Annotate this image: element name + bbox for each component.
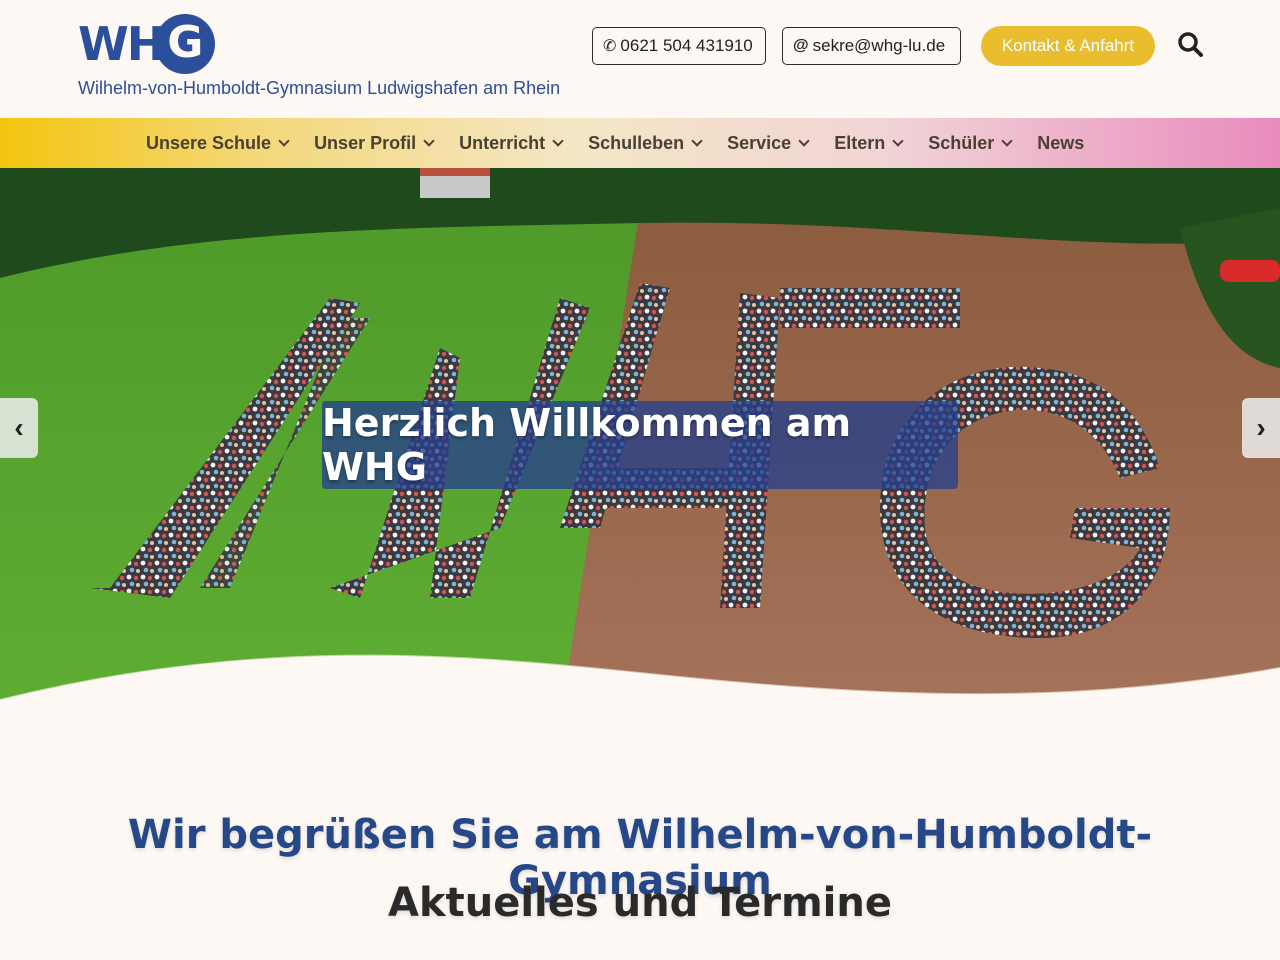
news-heading: Aktuelles und Termine xyxy=(0,880,1280,926)
nav-item-schulleben[interactable]: Schulleben xyxy=(588,132,703,154)
nav-item-service[interactable]: Service xyxy=(727,132,810,154)
phone-icon: ✆ xyxy=(603,38,617,55)
email-link[interactable]: @ sekre@whg-lu.de xyxy=(782,27,961,65)
email-address: sekre@whg-lu.de xyxy=(812,36,946,55)
news-heading-aktuelles: Aktuelles xyxy=(388,880,599,926)
school-name[interactable]: Wilhelm-von-Humboldt-Gymnasium Ludwigsha… xyxy=(78,78,560,99)
nav-item-label: Schüler xyxy=(928,132,995,153)
chevron-down-icon xyxy=(1001,135,1013,147)
chevron-left-icon: ‹ xyxy=(14,412,24,443)
nav-item-schueler[interactable]: Schüler xyxy=(928,132,1013,154)
hero-slider: Herzlich Willkommen am WHG ‹ › xyxy=(0,168,1280,720)
nav-item-label: Unser Profil xyxy=(314,132,417,153)
chevron-down-icon xyxy=(798,135,810,147)
chevron-down-icon xyxy=(691,135,703,147)
slider-prev-button[interactable]: ‹ xyxy=(0,398,38,458)
nav-item-news[interactable]: News xyxy=(1037,133,1084,154)
site-logo[interactable]: WH G xyxy=(78,14,216,74)
logo-wordmark: WH xyxy=(78,17,165,71)
nav-item-unsere-schule[interactable]: Unsere Schule xyxy=(146,132,290,154)
nav-item-unser-profil[interactable]: Unser Profil xyxy=(314,132,435,154)
chevron-right-icon: › xyxy=(1256,412,1266,443)
nav-item-unterricht[interactable]: Unterricht xyxy=(459,132,564,154)
nav-item-eltern[interactable]: Eltern xyxy=(834,132,904,154)
nav-item-label: Eltern xyxy=(834,132,886,153)
phone-number: 0621 504 431910 xyxy=(620,36,753,55)
at-icon: @ xyxy=(793,37,809,54)
nav-item-label: Unsere Schule xyxy=(146,132,272,153)
contact-button[interactable]: Kontakt & Anfahrt xyxy=(981,26,1155,66)
main-nav: Unsere Schule Unser Profil Unterricht Sc… xyxy=(0,118,1280,168)
hero-caption: Herzlich Willkommen am WHG xyxy=(322,401,958,489)
site-header: WH G Wilhelm-von-Humboldt-Gymnasium Ludw… xyxy=(0,0,1280,118)
chevron-down-icon xyxy=(892,135,904,147)
nav-item-label: Service xyxy=(727,132,792,153)
slider-next-button[interactable]: › xyxy=(1242,398,1280,458)
news-heading-und: und xyxy=(598,880,713,926)
logo-letter: G xyxy=(167,17,204,68)
chevron-down-icon xyxy=(423,135,435,147)
nav-item-label: News xyxy=(1037,132,1085,153)
phone-link[interactable]: ✆ 0621 504 431910 xyxy=(592,27,766,65)
nav-item-label: Schulleben xyxy=(588,132,685,153)
chevron-down-icon xyxy=(278,135,290,147)
chevron-down-icon xyxy=(552,135,564,147)
news-heading-termine: Termine xyxy=(712,880,892,926)
logo-circle: G xyxy=(155,14,216,74)
nav-item-label: Unterricht xyxy=(459,132,546,153)
search-icon[interactable] xyxy=(1176,30,1206,60)
